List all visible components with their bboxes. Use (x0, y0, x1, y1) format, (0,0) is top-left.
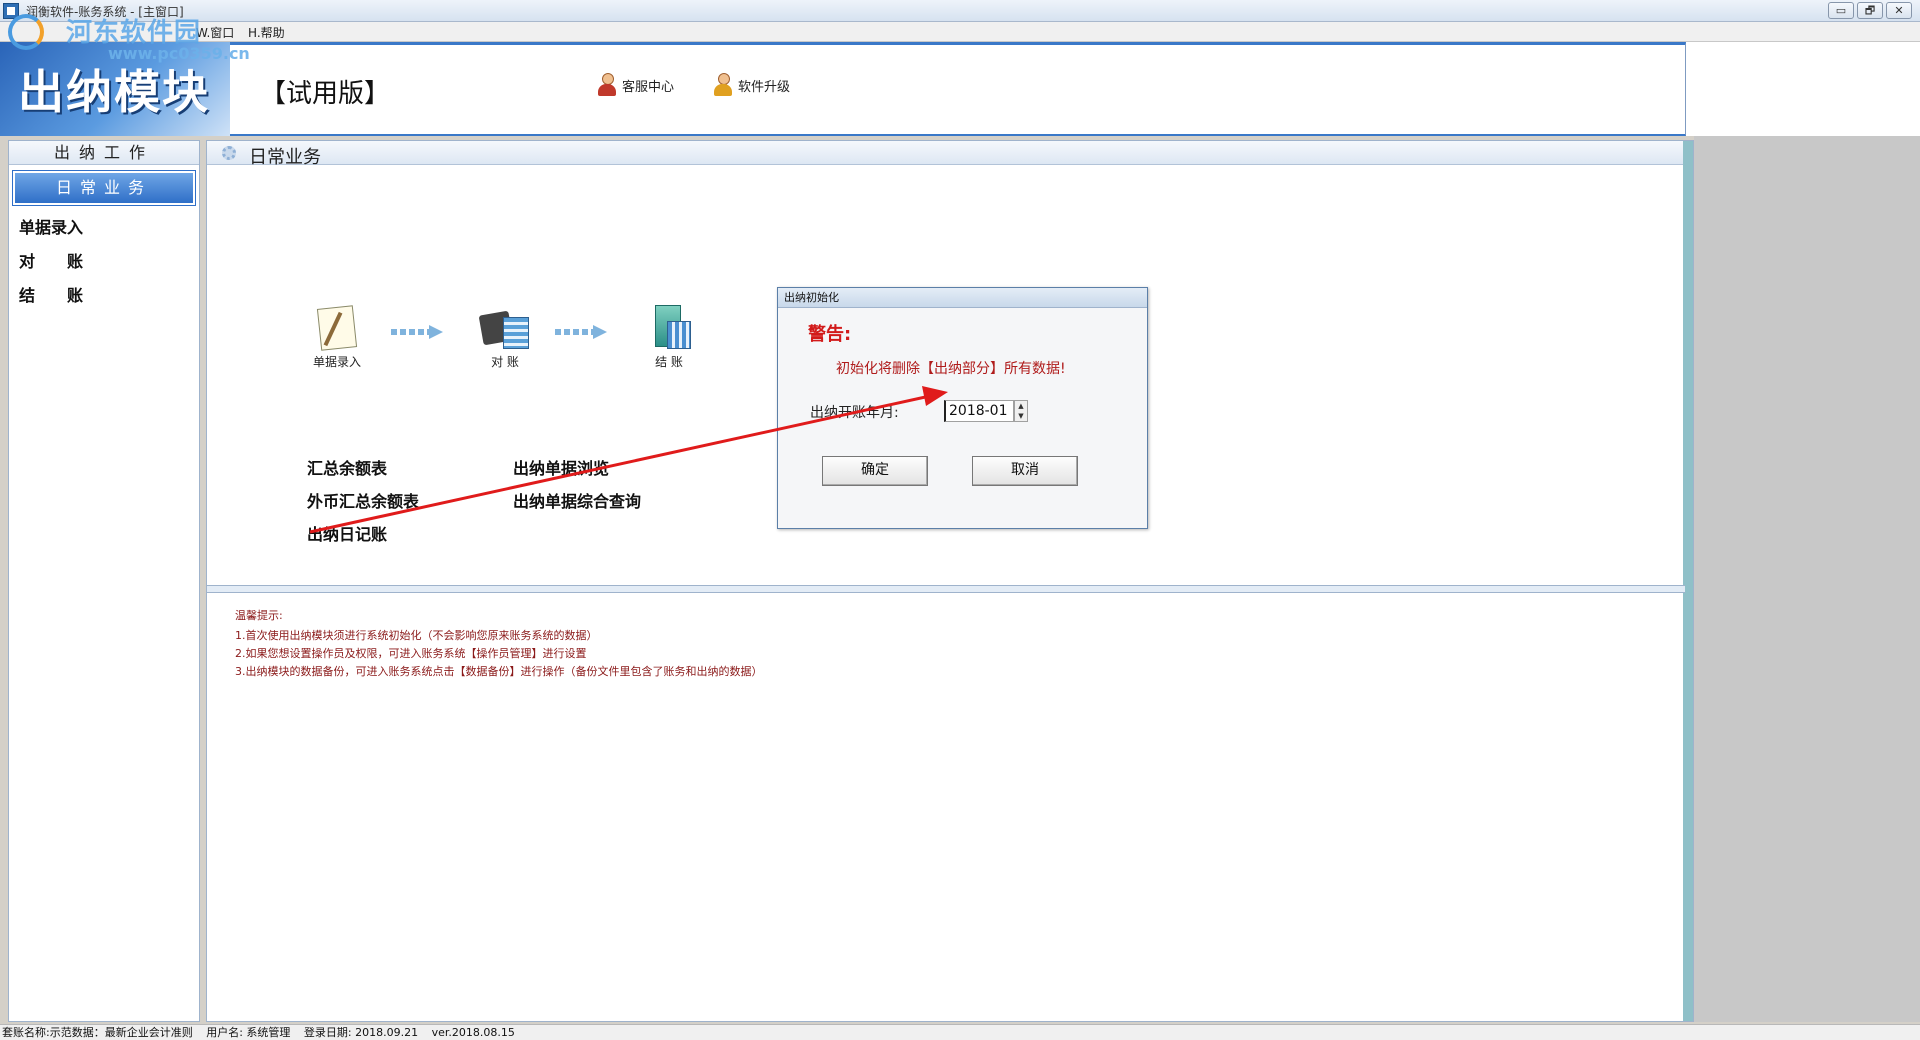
cancel-button[interactable]: 取消 (972, 456, 1078, 486)
status-bar: 套账名称:示范数据：最新企业会计准则 用户名: 系统管理 登录日期: 2018.… (0, 1024, 1920, 1040)
nav-voucher-entry[interactable]: 单据录入 (9, 211, 199, 245)
restore-button[interactable]: 🗗 (1857, 2, 1883, 19)
status-account-set: 套账名称:示范数据：最新企业会计准则 (2, 1026, 193, 1039)
watermark-url: www.pc0359.cn (108, 44, 250, 63)
nav-closing[interactable]: 结 账 (9, 279, 199, 313)
tip-line: 1.首次使用出纳模块须进行系统初始化（不会影响您原来账务系统的数据） (235, 629, 598, 642)
status-user: 用户名: 系统管理 (206, 1026, 291, 1039)
flow-label-closing: 结 账 (655, 355, 683, 369)
warning-title: 警告: (808, 324, 852, 345)
warning-message: 初始化将删除【出纳部分】所有数据! (836, 361, 1066, 377)
report-summary-balance[interactable]: 汇总余额表 (307, 455, 387, 479)
menu-help[interactable]: H.帮助 (248, 24, 285, 41)
start-month-spinner[interactable]: ▲ ▼ (1014, 400, 1028, 422)
tip-line: 2.如果您想设置操作员及权限，可进入账务系统【操作员管理】进行设置 (235, 647, 587, 660)
status-login-date: 登录日期: 2018.09.21 (303, 1026, 419, 1039)
report-foreign-summary-balance[interactable]: 外币汇总余额表 (307, 488, 419, 512)
header: 出纳模块 【试用版】 客服中心 软件升级 (0, 42, 1920, 136)
flow-label-voucher-entry: 单据录入 (312, 355, 361, 369)
main-panel-title: 日常业务 (249, 147, 321, 168)
ok-button[interactable]: 确定 (822, 456, 928, 486)
watermark-logo-icon (8, 14, 44, 50)
start-month-label: 出纳开账年月: (810, 405, 899, 421)
nav-reconciliation[interactable]: 对 账 (9, 245, 199, 279)
menu-bar: W.窗口 H.帮助 (0, 22, 1920, 42)
report-cashier-journal[interactable]: 出纳日记账 (307, 521, 387, 545)
status-version: ver.2018.08.15 (431, 1026, 515, 1039)
main-panel-header: 日常业务 (207, 141, 1693, 168)
close-button[interactable]: ✕ (1886, 2, 1912, 19)
flow-label-reconciliation: 对 账 (491, 355, 519, 369)
flow-voucher-entry[interactable]: 单据录入 (301, 305, 373, 370)
customer-service-button[interactable]: 客服中心 (596, 73, 674, 97)
flow-arrow-icon (555, 325, 607, 339)
title-bar: 润衡软件-账务系统 - [主窗口] ▭ 🗗 ✕ (0, 0, 1920, 22)
header-body: 【试用版】 客服中心 软件升级 (230, 42, 1686, 136)
start-month-input[interactable]: 2018-01 (944, 400, 1014, 422)
header-blank (1686, 42, 1920, 136)
dialog-title: 出纳初始化 (778, 288, 1147, 308)
closing-icon (641, 305, 697, 349)
software-upgrade-icon (712, 73, 734, 97)
reconciliation-icon (477, 305, 533, 349)
tips-section: 温馨提示: 1.首次使用出纳模块须进行系统初始化（不会影响您原来账务系统的数据）… (235, 607, 763, 681)
voucher-entry-icon (309, 305, 365, 349)
left-panel-title: 出纳工作 (9, 141, 199, 165)
report-voucher-query[interactable]: 出纳单据综合查询 (513, 488, 641, 512)
panel-edge-stripe (1683, 141, 1693, 1021)
cashier-init-dialog: 出纳初始化 警告: 初始化将删除【出纳部分】所有数据! 出纳开账年月: 2018… (777, 287, 1148, 529)
software-upgrade-label: 软件升级 (738, 79, 791, 95)
nav-daily-business[interactable]: 日常业务 (12, 170, 196, 206)
window-controls: ▭ 🗗 ✕ (1828, 2, 1912, 19)
workspace-background (1694, 136, 1920, 1022)
flow-arrow-icon (391, 325, 443, 339)
tips-title: 温馨提示: (235, 609, 283, 622)
spin-up-icon[interactable]: ▲ (1015, 401, 1027, 411)
left-panel: 出纳工作 日常业务 单据录入 对 账 结 账 (8, 140, 200, 1022)
customer-service-label: 客服中心 (622, 79, 675, 95)
tip-line: 3.出纳模块的数据备份，可进入账务系统点击【数据备份】进行操作（备份文件里包含了… (235, 665, 763, 678)
watermark: 河东软件园 www.pc0359.cn (8, 10, 250, 68)
main-panel: 日常业务 单据录入 对 账 结 账 汇总余额表 外币汇总余额表 出纳日记账 出纳… (206, 140, 1694, 1022)
minimize-button[interactable]: ▭ (1828, 2, 1854, 19)
panel-divider (207, 585, 1685, 593)
software-upgrade-button[interactable]: 软件升级 (712, 73, 790, 97)
customer-service-icon (596, 73, 618, 97)
gear-icon (222, 146, 236, 160)
edition-label: 【试用版】 (260, 79, 391, 109)
spin-down-icon[interactable]: ▼ (1015, 411, 1027, 421)
flow-closing[interactable]: 结 账 (633, 305, 705, 370)
report-voucher-browse[interactable]: 出纳单据浏览 (513, 455, 609, 479)
flow-reconciliation[interactable]: 对 账 (469, 305, 541, 370)
